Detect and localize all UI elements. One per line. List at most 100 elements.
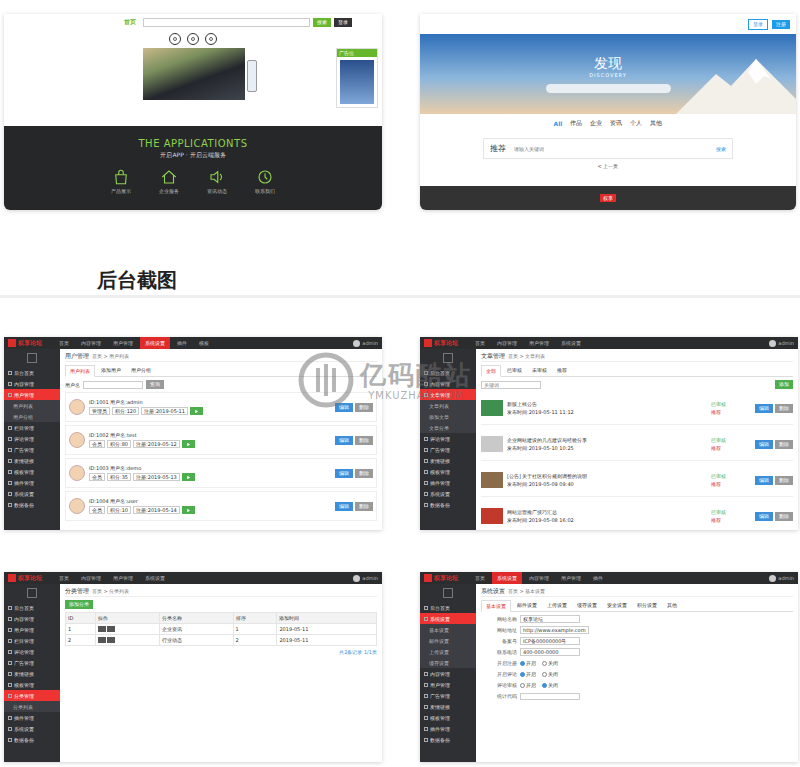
- tab[interactable]: 用户列表: [65, 365, 95, 377]
- edit-button[interactable]: 编辑: [755, 404, 773, 413]
- tab[interactable]: 添加用户: [97, 365, 125, 376]
- tab[interactable]: 已审核: [503, 365, 526, 376]
- edit-button[interactable]: 编辑: [755, 476, 773, 485]
- sidebar-item[interactable]: 友情链接: [420, 455, 476, 466]
- sidebar-item[interactable]: 上传设置: [420, 646, 476, 657]
- sidebar-item[interactable]: 系统设置: [420, 488, 476, 499]
- user-menu[interactable]: admin: [769, 340, 794, 347]
- play-button[interactable]: [182, 473, 195, 481]
- sidebar-item[interactable]: 数据备份: [4, 734, 60, 745]
- sidebar-item[interactable]: 用户管理: [420, 679, 476, 690]
- nav-item[interactable]: 系统设置: [140, 337, 170, 349]
- nav-item[interactable]: 用户管理: [524, 337, 554, 349]
- sidebar-item[interactable]: 内容管理: [420, 668, 476, 679]
- sidebar-item[interactable]: 内容管理: [4, 378, 60, 389]
- ad-box[interactable]: 广告位: [336, 48, 378, 108]
- sidebar-item[interactable]: 广告管理: [4, 444, 60, 455]
- text-field[interactable]: 400-000-0000: [520, 648, 580, 656]
- sidebar-item[interactable]: 插件管理: [420, 477, 476, 488]
- user-menu[interactable]: admin: [353, 340, 378, 347]
- nav-item[interactable]: 内容管理: [492, 337, 522, 349]
- sidebar-item[interactable]: 分类管理: [4, 690, 60, 701]
- nav-item[interactable]: 首页: [470, 337, 490, 349]
- article-title[interactable]: 新版上线公告: [507, 401, 707, 407]
- sidebar-item[interactable]: 系统设置: [4, 723, 60, 734]
- delete-button[interactable]: 删除: [355, 436, 373, 445]
- app-item[interactable]: 联系我们: [255, 168, 275, 194]
- sidebar-item[interactable]: 广告管理: [420, 690, 476, 701]
- sidebar-item[interactable]: 友情链接: [4, 455, 60, 466]
- search-field[interactable]: [83, 381, 143, 389]
- sidebar-item[interactable]: 用户管理: [4, 624, 60, 635]
- sidebar-item[interactable]: 文章列表: [420, 400, 476, 411]
- delete-icon[interactable]: [107, 626, 115, 632]
- sidebar-item[interactable]: 用户分组: [4, 411, 60, 422]
- sidebar-item[interactable]: 评论管理: [4, 433, 60, 444]
- article-title[interactable]: 企业网站建设的几点建议与经验分享: [507, 437, 707, 443]
- sidebar-item[interactable]: 后台首页: [420, 367, 476, 378]
- nav-item[interactable]: 其他: [650, 119, 662, 128]
- sidebar-item[interactable]: 广告管理: [420, 444, 476, 455]
- tab[interactable]: 其他: [663, 600, 681, 611]
- app-item[interactable]: 资讯动态: [207, 168, 227, 194]
- text-field[interactable]: 权享论坛: [520, 615, 580, 623]
- edit-button[interactable]: 编辑: [755, 440, 773, 449]
- sidebar-toggle[interactable]: [420, 584, 476, 602]
- user-menu[interactable]: admin: [769, 575, 794, 582]
- sidebar-item[interactable]: 评论管理: [420, 433, 476, 444]
- logo[interactable]: 权享论坛: [8, 339, 42, 347]
- sidebar-toggle[interactable]: [420, 349, 476, 367]
- tab[interactable]: 未审核: [528, 365, 551, 376]
- sidebar-item[interactable]: 系统设置: [420, 613, 476, 624]
- logo[interactable]: 权享论坛: [8, 574, 42, 582]
- tab[interactable]: 积分设置: [633, 600, 661, 611]
- app-item[interactable]: 企业服务: [159, 168, 179, 194]
- sidebar-item[interactable]: 模板管理: [4, 466, 60, 477]
- add-button[interactable]: 添加分类: [65, 600, 93, 609]
- tab[interactable]: 用户分组: [127, 365, 155, 376]
- delete-button[interactable]: 删除: [775, 440, 793, 449]
- nav-item[interactable]: 系统设置: [140, 572, 170, 584]
- keyword-field[interactable]: [512, 145, 710, 153]
- sidebar-toggle[interactable]: [4, 349, 60, 367]
- nav-item[interactable]: 插件: [172, 337, 192, 349]
- nav-item[interactable]: 系统设置: [492, 572, 522, 584]
- sidebar-item[interactable]: 系统设置: [4, 488, 60, 499]
- footer-badge[interactable]: 权享: [600, 194, 616, 202]
- sidebar-item[interactable]: 栏目管理: [4, 422, 60, 433]
- edit-icon[interactable]: [98, 626, 106, 632]
- search-field[interactable]: [546, 84, 671, 93]
- sidebar-item[interactable]: 内容管理: [4, 613, 60, 624]
- edit-button[interactable]: 编辑: [335, 469, 353, 478]
- sidebar-item[interactable]: 友情链接: [420, 701, 476, 712]
- nav-item[interactable]: 个人: [630, 119, 642, 128]
- radio-dot[interactable]: [542, 672, 547, 677]
- edit-icon[interactable]: [98, 637, 106, 643]
- sidebar-item[interactable]: 模板管理: [420, 712, 476, 723]
- sidebar-item[interactable]: 用户管理: [4, 389, 60, 400]
- sidebar-item[interactable]: 用户列表: [4, 400, 60, 411]
- sidebar-item[interactable]: 邮件设置: [420, 635, 476, 646]
- sidebar-item[interactable]: 后台首页: [4, 367, 60, 378]
- tab[interactable]: 推荐: [553, 365, 571, 376]
- delete-button[interactable]: 删除: [775, 512, 793, 521]
- edit-button[interactable]: 编辑: [335, 502, 353, 511]
- pager[interactable]: < 上一页: [420, 163, 796, 169]
- text-field[interactable]: [520, 693, 580, 700]
- radio-option[interactable]: 关闭: [542, 660, 558, 666]
- trash-icon[interactable]: [169, 33, 181, 45]
- nav-item[interactable]: All: [554, 120, 563, 127]
- tab[interactable]: 全部: [481, 365, 501, 377]
- play-button[interactable]: [182, 506, 195, 514]
- sidebar-item[interactable]: 广告管理: [4, 657, 60, 668]
- sidebar-item[interactable]: 插件管理: [4, 477, 60, 488]
- logo[interactable]: 权享论坛: [424, 339, 458, 347]
- nav-item[interactable]: 插件: [588, 572, 608, 584]
- sidebar-item[interactable]: 插件管理: [420, 723, 476, 734]
- nav-item[interactable]: 首页: [470, 572, 490, 584]
- tab[interactable]: 安全设置: [603, 600, 631, 611]
- radio-dot[interactable]: [542, 683, 547, 688]
- play-button[interactable]: [182, 440, 195, 448]
- sidebar-item[interactable]: 缓存设置: [420, 657, 476, 668]
- edit-button[interactable]: 编辑: [755, 512, 773, 521]
